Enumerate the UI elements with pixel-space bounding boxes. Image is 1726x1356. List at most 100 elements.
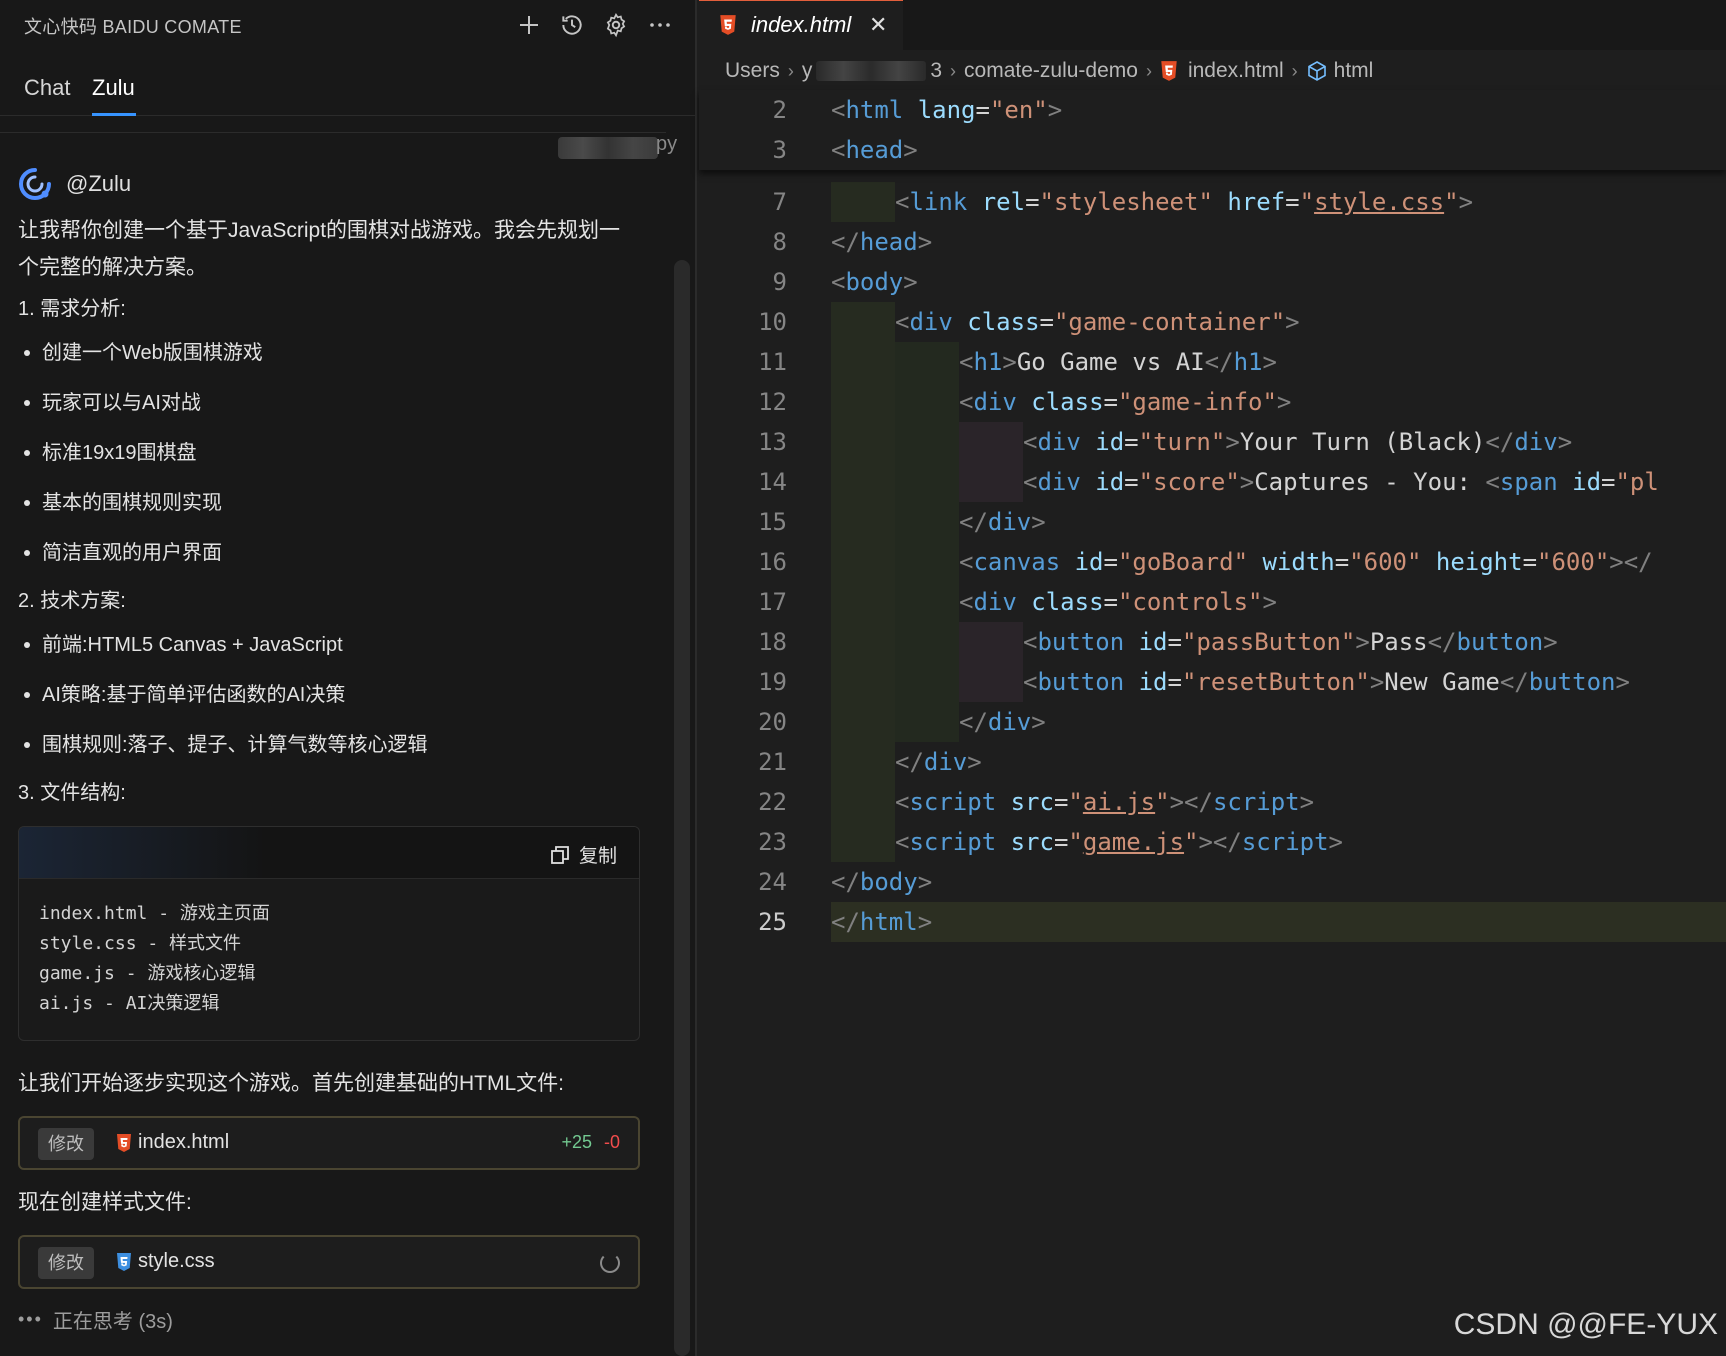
copy-icon bbox=[551, 845, 569, 864]
list-item: 创建一个Web版围棋游戏 bbox=[18, 328, 638, 378]
thinking-dots-icon: ••• bbox=[18, 1309, 43, 1329]
indent-guide bbox=[831, 582, 895, 622]
code-block: 复制 index.html - 游戏主页面 style.css - 样式文件 gam… bbox=[18, 826, 640, 1041]
html-step-message: 让我们开始逐步实现这个游戏。首先创建基础的HTML文件: bbox=[18, 1072, 564, 1095]
chat-transcript: @Zulu 让我帮你创建一个基于JavaScript的围棋对战游戏。我会先规划一… bbox=[18, 164, 640, 1334]
code-line: style.css - 样式文件 bbox=[39, 933, 242, 954]
modify-badge: 修改 bbox=[38, 1247, 94, 1279]
indent-guide bbox=[831, 502, 895, 542]
indent-guide bbox=[895, 702, 959, 742]
comate-logo-icon bbox=[19, 168, 51, 200]
list-item-text: AI策略:基于简单评估函数的AI决策 bbox=[42, 684, 346, 706]
list-item-text: 前端:HTML5 Canvas + JavaScript bbox=[42, 634, 343, 656]
editor-tab-index-html[interactable]: index.html ✕ bbox=[699, 0, 903, 50]
code-text: </body> bbox=[831, 868, 933, 896]
more-button[interactable] bbox=[643, 8, 677, 42]
close-icon[interactable]: ✕ bbox=[869, 12, 887, 38]
copy-button[interactable]: 复制 bbox=[549, 841, 617, 868]
code-text: </div> bbox=[959, 708, 1046, 736]
code-line: 3 <head> bbox=[699, 130, 1726, 170]
line-number: 3 bbox=[772, 136, 787, 164]
list-item-text: 简洁直观的用户界面 bbox=[42, 542, 222, 564]
code-text: <h1>Go Game vs AI</h1> bbox=[959, 348, 1277, 376]
code-block-header: 复制 bbox=[19, 827, 639, 879]
line-number: 25 bbox=[758, 908, 787, 936]
code-text: <button id="resetButton">New Game</butto… bbox=[1023, 668, 1630, 696]
list-item: 简洁直观的用户界面 bbox=[18, 528, 638, 578]
csdn-watermark: CSDN @@FE-YUX bbox=[1453, 1308, 1718, 1341]
current-line-highlight bbox=[831, 902, 1726, 942]
indent-guide bbox=[895, 662, 959, 702]
chevron-right-icon: › bbox=[950, 60, 957, 81]
code-text: <html lang="en"> bbox=[831, 96, 1063, 124]
indent-guide bbox=[895, 542, 959, 582]
list-item: 基本的围棋规则实现 bbox=[18, 478, 638, 528]
ellipsis-icon bbox=[650, 23, 670, 27]
extension-header: 文心快码 BAIDU COMATE bbox=[0, 0, 697, 50]
thinking-status: ••• 正在思考 (3s) bbox=[18, 1305, 638, 1334]
code-line: 23 <script src="game.js"></script> bbox=[699, 822, 1726, 862]
breadcrumb-item[interactable]: y bbox=[802, 59, 813, 83]
html5-icon bbox=[720, 15, 736, 35]
line-number: 22 bbox=[758, 788, 787, 816]
indent-guide bbox=[895, 342, 959, 382]
lines-added: +25 bbox=[561, 1132, 592, 1152]
list-item-text: 创建一个Web版围棋游戏 bbox=[42, 342, 263, 364]
code-block-body: index.html - 游戏主页面 style.css - 样式文件 game.j… bbox=[19, 879, 639, 1019]
breadcrumb-item[interactable]: 3 bbox=[930, 59, 942, 83]
tab-zulu[interactable]: Zulu bbox=[92, 75, 135, 101]
chevron-right-icon: › bbox=[1291, 60, 1298, 81]
code-line: 20 </div> bbox=[699, 702, 1726, 742]
indent-guide bbox=[831, 702, 895, 742]
indent-guide bbox=[831, 622, 895, 662]
settings-button[interactable] bbox=[599, 8, 633, 42]
indent-guide bbox=[831, 422, 895, 462]
section-heading: 1. 需求分析: bbox=[18, 298, 126, 320]
tab-chat[interactable]: Chat bbox=[24, 75, 70, 101]
line-number: 13 bbox=[758, 428, 787, 456]
breadcrumb-item[interactable]: Users bbox=[725, 59, 780, 83]
indent-guide bbox=[959, 662, 1023, 702]
indent-guide bbox=[895, 622, 959, 662]
file-change-style-css[interactable]: 修改 style.css bbox=[18, 1235, 640, 1289]
code-line: 10 <div class="game-container"> bbox=[699, 302, 1726, 342]
agent-name: @Zulu bbox=[66, 171, 132, 196]
line-number: 14 bbox=[758, 468, 787, 496]
redacted-username bbox=[558, 137, 658, 159]
list-item: 前端:HTML5 Canvas + JavaScript bbox=[18, 620, 638, 670]
file-name: index.html bbox=[138, 1131, 230, 1153]
plus-icon bbox=[520, 16, 538, 34]
code-text: </div> bbox=[959, 508, 1046, 536]
intro-message: 让我帮你创建一个基于JavaScript的围棋对战游戏。我会先规划一个完整的解决… bbox=[18, 219, 621, 279]
code-line: index.html - 游戏主页面 bbox=[39, 903, 270, 924]
line-number: 9 bbox=[772, 268, 787, 296]
file-change-index-html[interactable]: 修改 index.html +25 -0 bbox=[18, 1116, 640, 1170]
chevron-right-icon: › bbox=[787, 60, 794, 81]
section-heading: 2. 技术方案: bbox=[18, 590, 126, 612]
line-number: 8 bbox=[772, 228, 787, 256]
comate-sidebar: 文心快码 BAIDU COMATE Chat Zulu py @Zulu 让我帮… bbox=[0, 0, 697, 1356]
code-line: 19 <button id="resetButton">New Game</but… bbox=[699, 662, 1726, 702]
gear-icon bbox=[606, 12, 626, 38]
code-text: <canvas id="goBoard" width="600" height=… bbox=[959, 548, 1653, 576]
indent-guide bbox=[831, 822, 895, 862]
indent-guide bbox=[895, 382, 959, 422]
list-item: AI策略:基于简单评估函数的AI决策 bbox=[18, 670, 638, 720]
breadcrumb-item[interactable]: html bbox=[1334, 59, 1374, 83]
breadcrumb-item[interactable]: comate-zulu-demo bbox=[964, 59, 1138, 83]
history-button[interactable] bbox=[555, 8, 589, 42]
loading-spinner-icon bbox=[600, 1253, 620, 1273]
code-text: <script src="game.js"></script> bbox=[895, 828, 1343, 856]
bullet bbox=[24, 350, 30, 356]
editor-area: index.html ✕ Users › y 3 › comate-zulu-d… bbox=[699, 0, 1726, 1356]
indent-guide bbox=[959, 462, 1023, 502]
bullet bbox=[24, 742, 30, 748]
indent-guide bbox=[831, 302, 895, 342]
line-number: 21 bbox=[758, 748, 787, 776]
breadcrumb-item[interactable]: index.html bbox=[1188, 59, 1284, 83]
new-chat-button[interactable] bbox=[512, 8, 546, 42]
line-number: 16 bbox=[758, 548, 787, 576]
chat-scrollbar[interactable] bbox=[674, 260, 690, 1356]
code-line: game.js - 游戏核心逻辑 bbox=[39, 963, 256, 984]
list-item-text: 玩家可以与AI对战 bbox=[42, 392, 201, 414]
